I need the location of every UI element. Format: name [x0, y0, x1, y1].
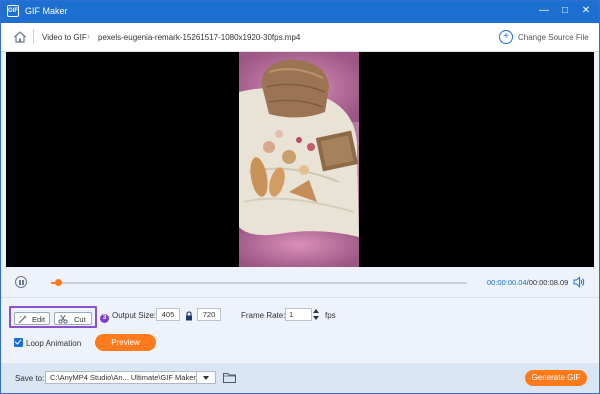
cut-button[interactable]: Cut — [54, 312, 92, 325]
breadcrumb-file: pexels-eugenia-remark-15261517-1080x1920… — [98, 33, 301, 42]
home-icon[interactable] — [13, 30, 27, 44]
gif-app-icon: GIF — [7, 5, 19, 17]
cut-label: Cut — [74, 315, 86, 324]
save-to-label: Save to: — [15, 374, 45, 383]
frame-rate-input[interactable]: 1 — [285, 308, 312, 321]
preview-button[interactable]: Preview — [95, 334, 156, 351]
minimize-button[interactable]: — — [537, 4, 551, 18]
progress-thumb[interactable] — [55, 279, 63, 286]
path-dropdown-button[interactable] — [197, 371, 216, 384]
frame-rate-stepper[interactable] — [312, 307, 320, 322]
breadcrumb-section[interactable]: Video to GIF — [42, 33, 87, 42]
breadcrumb-divider — [33, 29, 34, 44]
volume-icon[interactable] — [573, 276, 585, 288]
title-bar: GIF GIF Maker — □ ✕ — [1, 1, 599, 23]
window-title: GIF Maker — [25, 6, 68, 16]
scissors-icon — [58, 314, 68, 324]
video-frame-image — [239, 52, 359, 267]
magic-wand-icon — [18, 315, 27, 324]
footer-bar: Save to: C:\AnyMP4 Studio\An... Ultimate… — [1, 363, 599, 393]
step-badge: 3 — [100, 314, 109, 323]
add-circle-icon: + — [499, 30, 513, 44]
edit-label: Edit — [32, 315, 45, 324]
generate-gif-button[interactable]: Generate GIF — [525, 370, 587, 386]
frame-rate-label: Frame Rate: — [241, 311, 286, 320]
edit-button[interactable]: Edit — [14, 312, 50, 325]
total-time: /00:00:08.09 — [526, 278, 569, 287]
lock-icon[interactable] — [185, 311, 193, 321]
save-path-field[interactable]: C:\AnyMP4 Studio\An... Ultimate\GIF Make… — [45, 371, 197, 384]
output-height-input[interactable]: 720 — [197, 308, 221, 321]
gif-maker-window: GIF GIF Maker — □ ✕ Video to GIF › pexel… — [0, 0, 600, 394]
stepper-down-icon[interactable] — [313, 316, 319, 320]
pause-button[interactable] — [15, 276, 27, 288]
stepper-up-icon[interactable] — [313, 309, 319, 313]
fps-label: fps — [325, 311, 336, 320]
close-button[interactable]: ✕ — [579, 4, 593, 18]
output-width-input[interactable]: 405 — [156, 308, 180, 321]
progress-slider[interactable] — [51, 279, 467, 286]
chevron-right-icon: › — [87, 31, 90, 41]
video-preview — [6, 52, 594, 267]
maximize-button[interactable]: □ — [558, 4, 572, 18]
breadcrumb: Video to GIF › pexels-eugenia-remark-152… — [1, 23, 599, 52]
loop-animation-label: Loop Animation — [26, 339, 82, 348]
current-time: 00:00:00.04 — [487, 278, 527, 287]
playback-bar: 00:00:00.04/00:00:08.09 — [1, 267, 599, 298]
loop-animation-checkbox[interactable] — [14, 338, 23, 347]
edit-tools-highlight: Edit Cut — [9, 306, 97, 328]
change-source-label: Change Source File — [518, 33, 589, 42]
folder-icon[interactable] — [223, 372, 236, 383]
time-display: 00:00:00.04/00:00:08.09 — [487, 278, 568, 287]
output-size-label: Output Size: — [112, 311, 157, 320]
